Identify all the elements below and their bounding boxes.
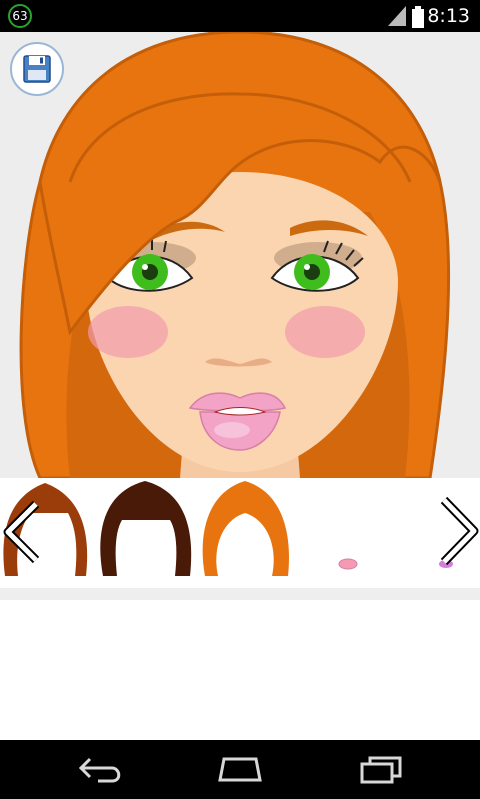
clock: 8:13	[427, 5, 470, 27]
hair-option-dark-brown[interactable]	[100, 481, 192, 576]
left-blush	[88, 306, 168, 358]
notification-badge: 63	[8, 4, 32, 28]
home-icon[interactable]	[216, 755, 264, 783]
character-svg	[19, 32, 451, 478]
style-picker-carousel	[0, 478, 480, 588]
back-icon[interactable]	[78, 755, 124, 785]
floppy-disk-icon	[23, 55, 51, 83]
chevron-right-icon[interactable]	[436, 496, 480, 566]
recent-apps-icon[interactable]	[358, 754, 404, 786]
character-canvas	[0, 32, 480, 478]
right-blush	[285, 306, 365, 358]
lips-option-pink[interactable]	[338, 558, 358, 570]
battery-icon	[412, 6, 424, 28]
signal-icon	[388, 6, 406, 26]
picker-svg	[3, 481, 453, 576]
hair-option-orange[interactable]	[202, 481, 289, 576]
navigation-bar	[0, 740, 480, 799]
status-bar: 63 8:13	[0, 0, 480, 32]
picker-divider	[0, 588, 480, 600]
chevron-left-icon[interactable]	[0, 500, 44, 564]
save-button[interactable]	[10, 42, 64, 96]
